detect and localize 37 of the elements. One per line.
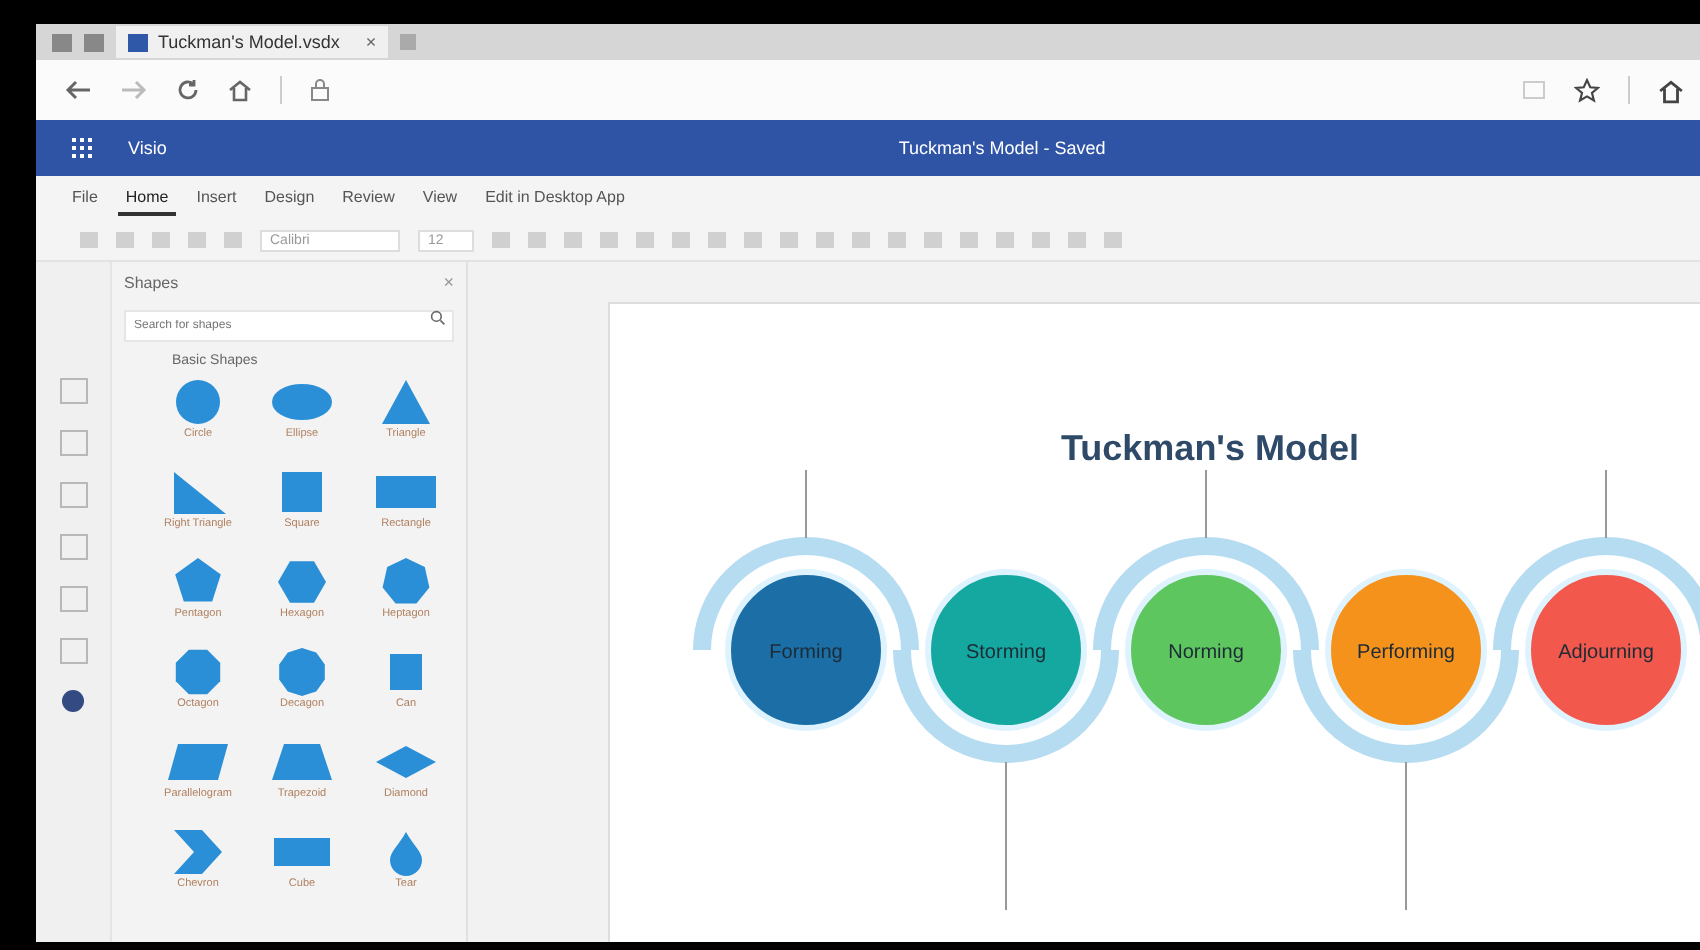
stencil-icon[interactable] — [59, 430, 87, 456]
ribbon-tab[interactable]: View — [414, 181, 466, 215]
more-shapes-icon[interactable] — [62, 690, 84, 712]
ribbon-tab[interactable]: Design — [256, 181, 323, 215]
star-icon[interactable] — [1574, 77, 1600, 103]
connector-line — [805, 469, 807, 539]
new-tab-icon[interactable] — [400, 34, 417, 50]
stage-label: Adjourning — [1558, 642, 1654, 664]
ribbon-tab[interactable]: Insert — [188, 181, 245, 215]
stencil-icon[interactable] — [59, 534, 87, 560]
stencil-icon[interactable] — [59, 378, 87, 404]
visio-icon — [128, 33, 148, 51]
connector-line — [1605, 469, 1607, 539]
stage-label: Forming — [769, 642, 843, 664]
app-launcher-icon[interactable] — [72, 138, 92, 158]
ribbon-tab[interactable]: Review — [334, 181, 403, 215]
stencil-icon[interactable] — [59, 638, 87, 664]
stage-label: Performing — [1357, 642, 1455, 664]
diagram-title: Tuckman's Model — [1061, 428, 1359, 468]
ribbon-tab[interactable]: File — [64, 181, 106, 215]
app-name[interactable]: Visio — [128, 138, 167, 158]
forward-icon[interactable] — [120, 80, 148, 100]
stencil-icon[interactable] — [59, 586, 87, 612]
panel-title: Shapes — [124, 273, 179, 291]
stage-label: Norming — [1168, 642, 1244, 664]
refresh-icon[interactable] — [176, 78, 200, 102]
ribbon-tab[interactable]: Home — [117, 181, 177, 215]
ribbon-tab[interactable]: Edit in Desktop App — [477, 181, 633, 215]
search-icon[interactable] — [430, 310, 446, 326]
browser-tab[interactable]: Tuckman's Model.vsdx × — [116, 26, 389, 58]
stage-label: Storming — [966, 642, 1046, 664]
connector-line — [1205, 469, 1207, 539]
back-icon[interactable] — [64, 80, 92, 100]
document-title[interactable]: Tuckman's Model - Saved — [898, 138, 1106, 158]
home-icon[interactable] — [228, 78, 252, 102]
lock-icon — [310, 78, 330, 102]
stencil-icon[interactable] — [59, 482, 87, 508]
